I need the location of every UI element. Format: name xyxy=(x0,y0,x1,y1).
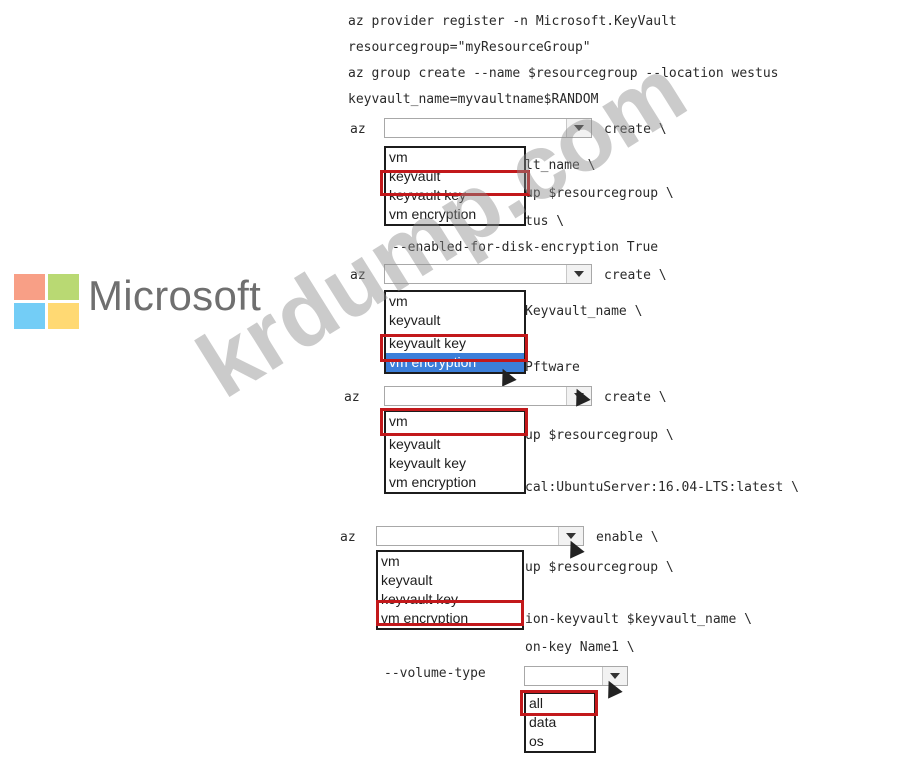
code-line: Keyvault_name \ xyxy=(525,304,643,319)
az-keyword: az xyxy=(344,390,360,405)
az-keyword: az xyxy=(350,122,366,137)
option-keyvault-key[interactable]: keyvault key xyxy=(378,590,522,609)
command-select-3[interactable] xyxy=(384,386,592,406)
code-line: enable \ xyxy=(596,530,659,545)
code-line: --volume-type xyxy=(384,666,486,681)
code-line: ion-keyvault $keyvault_name \ xyxy=(525,612,752,627)
code-line: cal:UbuntuServer:16.04-LTS:latest \ xyxy=(525,480,799,495)
option-os[interactable]: os xyxy=(526,732,594,751)
option-vm-encryption[interactable]: vm encryption xyxy=(386,473,524,492)
code-line: create \ xyxy=(604,390,667,405)
microsoft-logo-icon xyxy=(14,274,80,330)
option-keyvault[interactable]: keyvault xyxy=(386,311,524,330)
code-line: resourcegroup="myResourceGroup" xyxy=(348,40,591,55)
code-line: up $resourcegroup \ xyxy=(525,428,674,443)
code-line: on-key Name1 \ xyxy=(525,640,635,655)
code-line: Pftware xyxy=(525,360,580,375)
dropdown-list-3[interactable]: vm keyvault keyvault key vm encryption xyxy=(384,410,526,494)
option-vm-encryption[interactable]: vm encryption xyxy=(378,609,522,628)
option-vm[interactable]: vm xyxy=(386,412,524,431)
option-keyvault-key[interactable]: keyvault key xyxy=(386,334,524,353)
dropdown-list-5[interactable]: all data os xyxy=(524,692,596,753)
option-all[interactable]: all xyxy=(526,694,594,713)
az-keyword: az xyxy=(340,530,356,545)
code-line: up $resourcegroup \ xyxy=(525,560,674,575)
option-keyvault[interactable]: keyvault xyxy=(378,571,522,590)
code-line: az provider register -n Microsoft.KeyVau… xyxy=(348,14,677,29)
chevron-down-icon[interactable] xyxy=(566,265,591,283)
option-vm[interactable]: vm xyxy=(378,552,522,571)
option-keyvault-key[interactable]: keyvault key xyxy=(386,454,524,473)
option-data[interactable]: data xyxy=(526,713,594,732)
option-keyvault[interactable]: keyvault xyxy=(386,435,524,454)
code-line: create \ xyxy=(604,268,667,283)
command-select-4[interactable] xyxy=(376,526,584,546)
dropdown-list-4[interactable]: vm keyvault keyvault key vm encryption xyxy=(376,550,524,630)
code-line: az group create --name $resourcegroup --… xyxy=(348,66,779,81)
